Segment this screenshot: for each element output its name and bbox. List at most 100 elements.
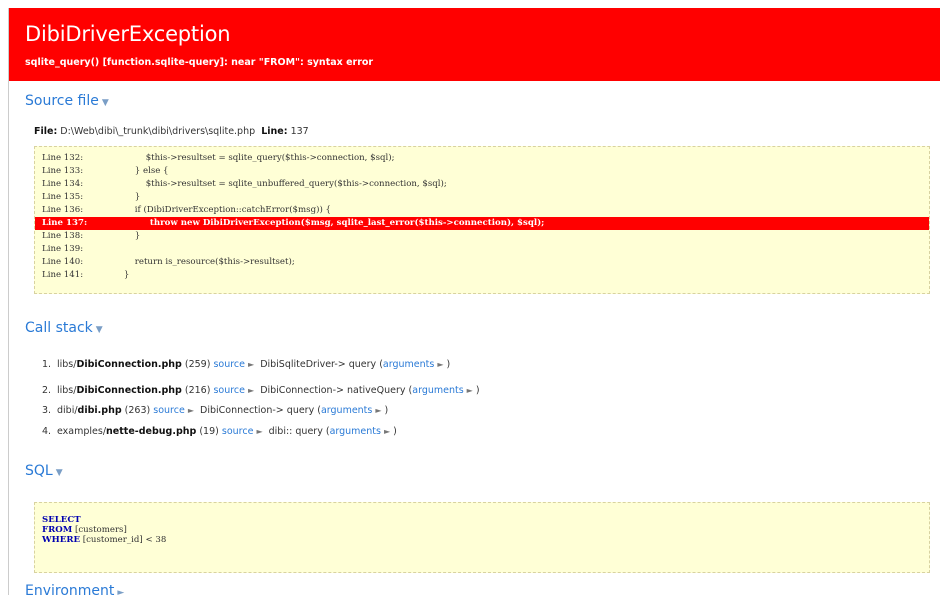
sql-keyword: SELECT [42,515,81,525]
stack-frame-file: dibi.php [77,405,122,416]
stack-frame-number: 3. [42,405,52,416]
source-line: Line 133: } else { [35,165,929,178]
source-line-number: Line 136: [42,205,84,215]
sql-keyword: WHERE [42,535,81,545]
stack-frame-file: DibiConnection.php [76,385,182,396]
stack-frame-call: dibi:: query [268,426,323,437]
stack-frame-dir: examples/ [57,426,107,437]
expand-arrow-icon: ► [248,360,255,369]
sql-keyword: FROM [42,525,73,535]
file-info: File: D:\Web\dibi\_trunk\dibi\drivers\sq… [34,126,309,137]
highlighted-error-line: Line 137: throw new DibiDriverException(… [35,217,929,230]
stack-frame-line: (19) [199,426,219,437]
source-line-code: } else { [102,166,169,176]
source-file-heading-label[interactable]: Source file [25,93,99,109]
source-line: Line 134: $this->resultset = sqlite_unbu… [35,178,929,191]
source-toggle-link[interactable]: source [222,426,254,437]
arguments-toggle-link[interactable]: arguments [321,405,372,416]
stack-frame-file: nette-debug.php [106,426,197,437]
source-line: Line 138: } [35,230,929,243]
sql-heading[interactable]: SQL ▼ [25,463,63,479]
source-toggle-link[interactable]: source [153,405,185,416]
source-line-number: Line 141: [42,270,84,280]
exception-message: sqlite_query() [function.sqlite-query]: … [25,57,374,68]
expand-arrow-icon: ► [256,427,263,436]
source-toggle-link[interactable]: source [213,359,245,370]
source-line-code: $this->resultset = sqlite_unbuffered_que… [102,179,447,189]
stack-frame-number: 4. [42,426,52,437]
sql-line: SELECT [42,515,929,525]
source-line-number: Line 140: [42,257,84,267]
source-file-heading[interactable]: Source file ▼ [25,93,109,109]
stack-frame-number: 1. [42,359,52,370]
collapse-toggle-icon[interactable]: ▼ [102,98,109,108]
call-stack-heading[interactable]: Call stack ▼ [25,320,103,336]
call-stack-heading-label[interactable]: Call stack [25,320,93,336]
stack-frame-number: 2. [42,385,52,396]
expand-arrow-icon: ► [437,360,444,369]
stack-frame-line: (216) [184,385,211,396]
arguments-toggle-link[interactable]: arguments [412,385,463,396]
file-label: File: [34,126,58,137]
source-line-code: throw new DibiDriverException($msg, sqli… [102,218,545,228]
source-line: Line 140: return is_resource($this->resu… [35,256,929,269]
sql-line: FROM [customers] [42,525,929,535]
stack-frame-call: DibiSqliteDriver-> query [260,359,377,370]
expand-arrow-icon: ► [375,406,382,415]
source-line-code: return is_resource($this->resultset); [102,257,295,267]
source-line-number: Line 138: [42,231,84,241]
stack-frame-line: (263) [124,405,151,416]
sql-text: [customer_id] < 38 [80,535,167,545]
source-line-number: Line 134: [42,179,84,189]
sql-code-box: SELECT FROM [customers] WHERE [customer_… [34,502,930,573]
environment-heading[interactable]: Environment ► [25,583,124,599]
expand-arrow-icon: ► [383,427,391,436]
source-line-number: Line 137: [42,218,88,228]
stack-frame-dir: libs/ [57,385,77,396]
arguments-toggle-link[interactable]: arguments [383,359,434,370]
source-code-box: Line 132: $this->resultset = sqlite_quer… [34,146,930,294]
expand-arrow-icon: ► [187,406,194,415]
source-line-code: } [102,192,141,202]
source-line: Line 141: } [35,269,929,282]
stack-frame-call: DibiConnection-> nativeQuery [260,385,406,396]
collapse-toggle-icon[interactable]: ▼ [96,325,103,335]
expand-arrow-icon: ► [248,386,255,395]
source-line-number: Line 139: [42,244,84,254]
exception-header: DibiDriverException sqlite_query() [func… [9,8,940,81]
source-line-code: } [102,270,130,280]
expand-arrow-icon: ► [466,386,473,395]
expand-arrow-icon[interactable]: ► [117,588,124,598]
sql-text: [customers] [72,525,127,535]
stack-frame-call: DibiConnection-> query [200,405,315,416]
source-toggle-link[interactable]: source [213,385,245,396]
stack-frame-file: DibiConnection.php [76,359,182,370]
collapse-toggle-icon[interactable]: ▼ [56,468,63,478]
source-line-code: $this->resultset = sqlite_query($this->c… [102,153,395,163]
stack-frame-line: (259) [184,359,211,370]
sql-heading-label[interactable]: SQL [25,463,53,479]
stack-frame: 1. libs/DibiConnection.php (259) source ► … [42,359,451,370]
source-line: Line 139: [35,243,929,256]
source-line: Line 132: $this->resultset = sqlite_quer… [35,152,929,165]
source-line-number: Line 135: [42,192,84,202]
stack-frame-dir: dibi/ [57,405,78,416]
exception-title: DibiDriverException [25,22,231,46]
source-line: Line 135: } [35,191,929,204]
line-label: Line: [261,126,288,137]
line-number: 137 [290,126,309,137]
sql-line: WHERE [customer_id] < 38 [42,535,929,545]
source-line: Line 136: if (DibiDriverException::catch… [35,204,929,217]
debug-page: DibiDriverException sqlite_query() [func… [8,8,940,599]
stack-frame: 4. examples/nette-debug.php (19) source ► … [42,426,397,437]
source-line-number: Line 133: [42,166,84,176]
stack-frame: 3. dibi/dibi.php (263) source ► DibiConnec… [42,405,389,416]
file-path: D:\Web\dibi\_trunk\dibi\drivers\sqlite.p… [60,126,256,137]
stack-frame: 2. libs/DibiConnection.php (216) source ► … [42,385,480,396]
environment-heading-label[interactable]: Environment [25,583,114,599]
arguments-toggle-link[interactable]: arguments [330,426,381,437]
source-line-number: Line 132: [42,153,84,163]
source-line-code: } [102,231,141,241]
source-line-code: if (DibiDriverException::catchError($msg… [102,205,331,215]
stack-frame-dir: libs/ [57,359,77,370]
